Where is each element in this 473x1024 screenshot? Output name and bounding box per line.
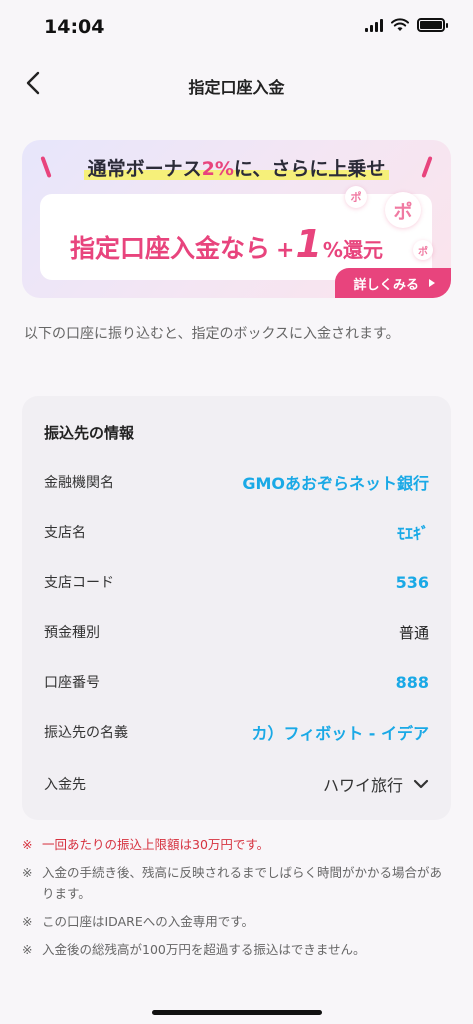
- status-time: 14:04: [44, 16, 105, 38]
- wifi-icon: [391, 18, 409, 31]
- banner-main-label: 指定口座入金なら: [70, 234, 271, 263]
- info-row-branch-name: 支店名 ﾓｴｷﾞ: [44, 512, 429, 552]
- info-row-account-type: 預金種別 普通: [44, 612, 429, 652]
- nav-header: 指定口座入金: [0, 60, 473, 106]
- status-bar: 14:04: [0, 0, 473, 54]
- note-text: この口座はIDAREへの入金専用です。: [42, 914, 254, 929]
- info-row-branch-code: 支店コード 536: [44, 562, 429, 602]
- info-card-title: 振込先の情報: [44, 424, 135, 442]
- note-mark: ※: [22, 865, 33, 880]
- details-button-label: 詳しくみる: [353, 277, 419, 293]
- info-row-bank-name: 金融機関名 GMOあおぞらネット銀行: [44, 462, 429, 502]
- info-label: 口座番号: [44, 675, 100, 691]
- banner-percent: %: [322, 238, 343, 262]
- note-mark: ※: [22, 914, 33, 929]
- transfer-info-card: 振込先の情報 金融機関名 GMOあおぞらネット銀行 支店名 ﾓｴｷﾞ 支店コード…: [22, 396, 451, 820]
- branch-name-value[interactable]: ﾓｴｷﾞ: [397, 520, 429, 544]
- account-holder-value[interactable]: カ）フィボット - イデア: [252, 720, 429, 744]
- banner-main-text: 指定口座入金なら +1%還元: [70, 222, 383, 266]
- promo-banner[interactable]: 通常ボーナス2%に、さらに上乗せ 指定口座入金なら +1%還元 ポ ポ ポ 詳しく…: [22, 140, 451, 298]
- info-label: 支店コード: [44, 575, 114, 591]
- battery-icon: [417, 18, 448, 32]
- info-label: 金融機関名: [44, 475, 114, 491]
- note-item: ※ 入金後の総残高が100万円を超過する振込はできません。: [22, 939, 450, 960]
- info-row-account-number: 口座番号 888: [44, 662, 429, 702]
- info-row-account-holder: 振込先の名義 カ）フィボット - イデア: [44, 712, 429, 752]
- note-mark: ※: [22, 942, 33, 957]
- banner-big-number: 1: [295, 222, 322, 266]
- banner-headline-pct: 2%: [201, 158, 234, 180]
- banner-reward: 還元: [342, 238, 383, 262]
- description-text: 以下の口座に振り込むと、指定のボックスに入金されます。: [24, 326, 400, 342]
- account-number-value[interactable]: 888: [396, 673, 429, 692]
- note-mark: ※: [22, 837, 33, 852]
- cellular-signal-icon: [365, 18, 383, 32]
- info-label: 預金種別: [44, 625, 100, 641]
- play-triangle-icon: [429, 279, 435, 287]
- note-item: ※ この口座はIDAREへの入金専用です。: [22, 911, 450, 932]
- info-label: 入金先: [44, 777, 86, 793]
- note-text: 入金後の総残高が100万円を超過する振込はできません。: [42, 942, 366, 957]
- branch-code-value[interactable]: 536: [396, 573, 429, 592]
- status-icons: [365, 18, 448, 32]
- page-title: 指定口座入金: [188, 78, 285, 97]
- banner-plus: +: [276, 238, 295, 263]
- point-coin-icon: ポ: [385, 192, 421, 228]
- note-item: ※ 入金の手続き後、残高に反映されるまでしばらく時間がかかる場合があります。: [22, 862, 450, 904]
- info-label: 支店名: [44, 525, 86, 541]
- point-coin-icon: ポ: [413, 240, 433, 260]
- info-label: 振込先の名義: [44, 725, 128, 741]
- account-type-value: 普通: [398, 623, 429, 642]
- note-text: 入金の手続き後、残高に反映されるまでしばらく時間がかかる場合があります。: [42, 865, 443, 901]
- point-coin-icon: ポ: [345, 186, 367, 208]
- note-text: 一回あたりの振込上限額は30万円です。: [42, 837, 270, 852]
- destination-value: ハワイ旅行: [322, 776, 403, 795]
- banner-headline-prefix: 通常ボーナス: [87, 158, 202, 180]
- home-indicator[interactable]: [152, 1010, 322, 1015]
- details-button[interactable]: 詳しくみる: [335, 268, 451, 298]
- note-item: ※ 一回あたりの振込上限額は30万円です。: [22, 834, 450, 855]
- bank-name-value[interactable]: GMOあおぞらネット銀行: [242, 470, 429, 494]
- notes-list: ※ 一回あたりの振込上限額は30万円です。 ※ 入金の手続き後、残高に反映される…: [22, 834, 450, 967]
- destination-select[interactable]: ハワイ旅行: [323, 772, 429, 796]
- banner-headline: 通常ボーナス2%に、さらに上乗せ: [22, 154, 451, 181]
- chevron-down-icon: [413, 779, 429, 789]
- banner-headline-suffix: に、さらに上乗せ: [233, 158, 386, 180]
- info-row-destination: 入金先 ハワイ旅行: [44, 764, 429, 804]
